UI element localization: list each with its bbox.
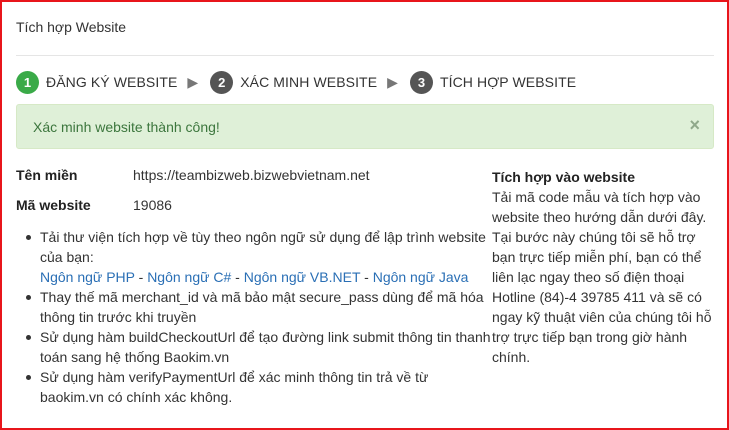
website-code-label: Mã website (16, 197, 91, 213)
step-2-badge: 2 (210, 70, 234, 94)
step-arrow-icon: ▶ (187, 73, 199, 90)
list-item: Thay thế mã merchant_id và mã bảo mật se… (24, 287, 494, 327)
vbnet-link[interactable]: Ngôn ngữ VB.NET (244, 269, 361, 285)
integration-help: Tích hợp vào website Tải mã code mẫu và … (492, 167, 717, 367)
step-integrate: 3 TÍCH HỢP WEBSITE (409, 70, 577, 94)
step-progress: 1 ĐĂNG KÝ WEBSITE ▶ 2 XÁC MINH WEBSITE ▶… (16, 70, 576, 94)
instruction-list: Tải thư viện tích hợp về tùy theo ngôn n… (24, 227, 494, 407)
list-item: Sử dụng hàm verifyPaymentUrl để xác minh… (24, 367, 494, 407)
instruction-2-text: Thay thế mã merchant_id và mã bảo mật se… (40, 289, 484, 325)
csharp-link[interactable]: Ngôn ngữ C# (147, 269, 231, 285)
instruction-3-text: Sử dụng hàm buildCheckoutUrl để tạo đườn… (40, 329, 491, 365)
alert-message: Xác minh website thành công! (33, 119, 220, 135)
step-3-badge: 3 (409, 70, 433, 94)
domain-value: https://teambizweb.bizwebvietnam.net (133, 167, 370, 183)
link-separator: - (360, 269, 373, 285)
integration-panel: Tích hợp Website 1 ĐĂNG KÝ WEBSITE ▶ 2 X… (0, 0, 729, 430)
link-separator: - (134, 269, 148, 285)
step-2-label: XÁC MINH WEBSITE (240, 74, 378, 90)
step-1-badge: 1 (16, 70, 39, 94)
website-code-value: 19086 (133, 197, 172, 213)
list-item: Tải thư viện tích hợp về tùy theo ngôn n… (24, 227, 494, 287)
help-body: Tải mã code mẫu và tích hợp vào website … (492, 189, 712, 365)
instruction-1-text: Tải thư viện tích hợp về tùy theo ngôn n… (40, 229, 486, 265)
list-item: Sử dụng hàm buildCheckoutUrl để tạo đườn… (24, 327, 494, 367)
link-separator: - (231, 269, 244, 285)
step-arrow-icon: ▶ (387, 73, 398, 90)
step-3-label: TÍCH HỢP WEBSITE (439, 74, 577, 90)
help-title: Tích hợp vào website (492, 169, 635, 185)
domain-label: Tên miền (16, 167, 78, 183)
panel-title: Tích hợp Website (16, 19, 127, 35)
java-link[interactable]: Ngôn ngữ Java (373, 269, 469, 285)
title-divider (16, 55, 714, 56)
step-verify: 2 XÁC MINH WEBSITE (210, 70, 378, 94)
close-icon[interactable]: × (689, 115, 700, 135)
language-links: Ngôn ngữ PHP - Ngôn ngữ C# - Ngôn ngữ VB… (40, 269, 468, 285)
step-register: 1 ĐĂNG KÝ WEBSITE (16, 70, 178, 94)
success-alert: Xác minh website thành công! × (16, 104, 714, 149)
step-1-label: ĐĂNG KÝ WEBSITE (46, 74, 178, 90)
instruction-4-text: Sử dụng hàm verifyPaymentUrl để xác minh… (40, 369, 429, 405)
php-link[interactable]: Ngôn ngữ PHP (40, 269, 135, 285)
